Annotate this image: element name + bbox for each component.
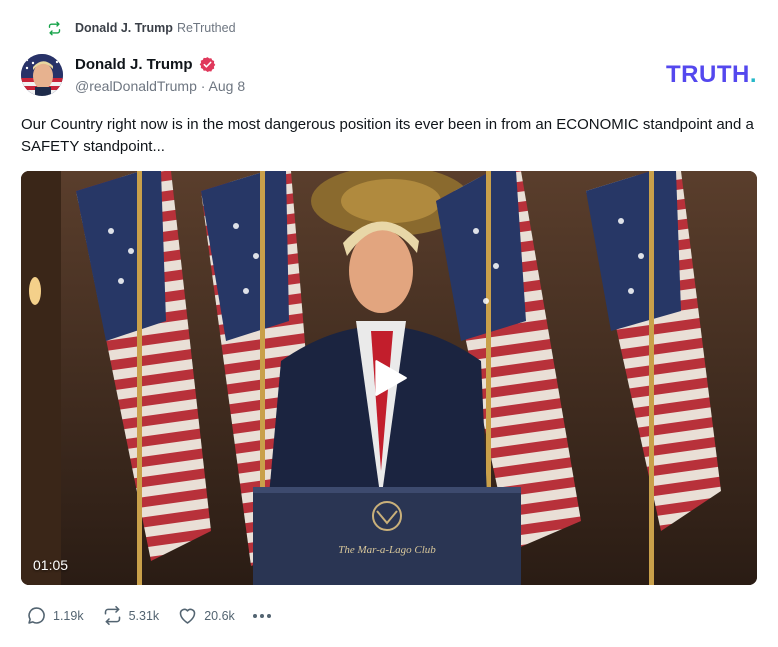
more-dot-icon — [252, 613, 257, 618]
action-bar: 1.19k 5.31k 20.6k — [26, 605, 274, 626]
retruth-action-icon — [104, 605, 120, 626]
logo-dot: . — [749, 61, 757, 88]
post-date[interactable]: Aug 8 — [209, 78, 246, 94]
like-button[interactable]: 20.6k — [177, 605, 235, 626]
video-duration: 01:05 — [33, 557, 69, 573]
post-text: Our Country right now is in the most dan… — [21, 116, 754, 155]
post-author: Donald J. Trump @realDonaldTrump · Aug 8 — [75, 54, 245, 95]
video-player[interactable]: The Mar-a-Lago Club 01:05 — [21, 171, 757, 585]
more-options-button[interactable] — [252, 613, 274, 618]
retruth-action: ReTruthed — [176, 21, 236, 35]
retruth-button[interactable]: 5.31k — [102, 605, 160, 626]
play-icon[interactable] — [368, 357, 410, 399]
author-meta: @realDonaldTrump · Aug 8 — [75, 78, 245, 94]
logo-text: TRUTH — [666, 61, 750, 88]
meta-separator: · — [200, 78, 206, 94]
like-count: 20.6k — [204, 608, 235, 623]
author-handle[interactable]: @realDonaldTrump — [75, 78, 197, 94]
author-name[interactable]: Donald J. Trump — [75, 56, 193, 73]
more-dot-icon — [259, 613, 264, 618]
reply-icon — [28, 607, 45, 624]
retruth-user[interactable]: Donald J. Trump — [75, 21, 173, 35]
heart-icon — [179, 608, 196, 624]
more-dot-icon — [266, 613, 271, 618]
podium-caption: The Mar-a-Lago Club — [338, 544, 436, 556]
avatar[interactable] — [21, 54, 63, 96]
verified-badge-icon — [199, 56, 215, 72]
retruth-icon — [48, 21, 61, 35]
retruth-banner: Donald J. Trump ReTruthed — [47, 18, 236, 38]
reply-button[interactable]: 1.19k — [26, 605, 84, 626]
reply-count: 1.19k — [53, 608, 84, 623]
retruth-count: 5.31k — [128, 608, 160, 623]
truth-logo[interactable]: TRUTH. — [666, 61, 757, 89]
